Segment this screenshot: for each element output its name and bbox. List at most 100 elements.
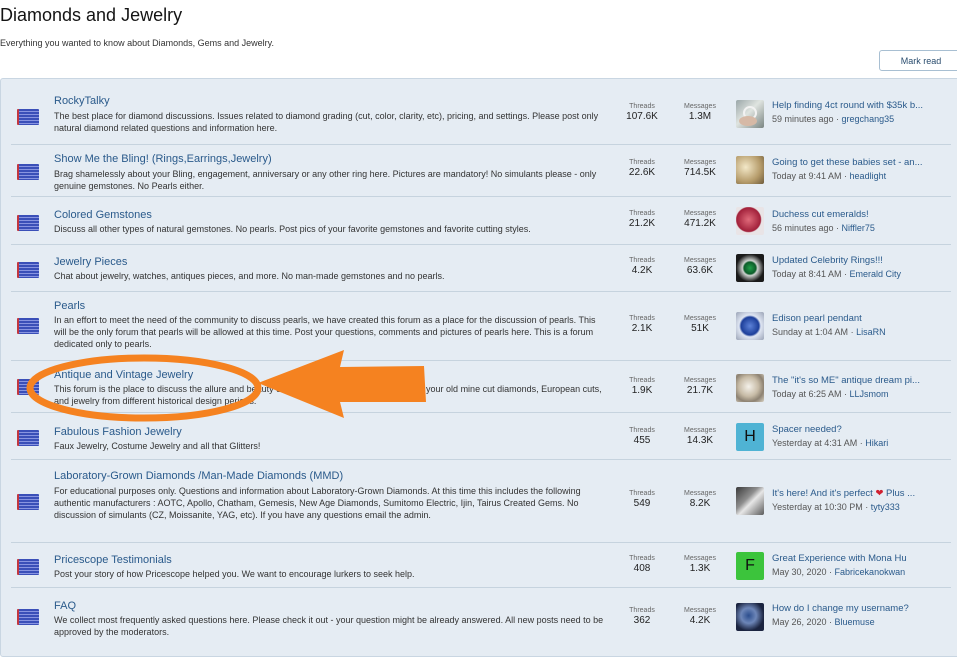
messages-stat: Messages 63.6K xyxy=(684,257,716,276)
latest-meta: 59 minutes ago · gregchang35 xyxy=(772,114,895,124)
forum-title[interactable]: Laboratory-Grown Diamonds /Man-Made Diam… xyxy=(54,470,343,482)
latest-meta: Sunday at 1:04 AM · LisaRN xyxy=(772,327,886,337)
forum-description: Chat about jewelry, watches, antiques pi… xyxy=(54,271,445,281)
latest-user-link[interactable]: Emerald City xyxy=(850,269,902,279)
avatar[interactable]: F xyxy=(736,552,764,580)
forum-icon xyxy=(17,262,39,278)
forum-title[interactable]: Fabulous Fashion Jewelry xyxy=(54,426,182,438)
latest-thread-link[interactable]: Great Experience with Mona Hu xyxy=(772,553,944,564)
forum-title[interactable]: Show Me the Bling! (Rings,Earrings,Jewel… xyxy=(54,153,272,165)
forum-row-testimonials: Pricescope Testimonials Post your story … xyxy=(11,543,951,588)
forum-description: Post your story of how Pricescope helped… xyxy=(54,569,415,579)
forum-row-show-me-the-bling: Show Me the Bling! (Rings,Earrings,Jewel… xyxy=(11,145,951,197)
messages-stat: Messages 1.3K xyxy=(684,555,716,574)
latest-user-link[interactable]: Niffler75 xyxy=(842,223,875,233)
forum-title[interactable]: Colored Gemstones xyxy=(54,209,152,221)
latest-user-link[interactable]: tyty333 xyxy=(871,502,900,512)
latest-user-link[interactable]: headlight xyxy=(850,171,887,181)
forum-description: This forum is the place to discuss the a… xyxy=(54,384,602,406)
avatar[interactable] xyxy=(736,312,764,340)
forum-description: For educational purposes only. Questions… xyxy=(54,486,581,520)
forum-icon xyxy=(17,559,39,575)
latest-thread-link[interactable]: Help finding 4ct round with $35k b... xyxy=(772,100,944,111)
messages-stat: Messages 714.5K xyxy=(684,159,716,178)
threads-stat: Threads 1.9K xyxy=(629,377,655,396)
messages-stat: Messages 1.3M xyxy=(684,103,716,122)
latest-thread-link[interactable]: Going to get these babies set - an... xyxy=(772,157,944,168)
forum-row-pearls: Pearls In an effort to meet the need of … xyxy=(11,292,951,361)
latest-user-link[interactable]: gregchang35 xyxy=(842,114,895,124)
latest-thread-link[interactable]: The "it's so ME" antique dream pi... xyxy=(772,375,944,386)
forum-row-jewelry-pieces: Jewelry Pieces Chat about jewelry, watch… xyxy=(11,245,951,292)
latest-thread-link[interactable]: Updated Celebrity Rings!!! xyxy=(772,255,944,266)
latest-meta: May 26, 2020 · Bluemuse xyxy=(772,617,875,627)
forum-icon xyxy=(17,494,39,510)
forum-icon xyxy=(17,379,39,395)
avatar[interactable] xyxy=(736,487,764,515)
avatar[interactable] xyxy=(736,603,764,631)
forum-row-antique-vintage: Antique and Vintage Jewelry This forum i… xyxy=(11,361,951,413)
forum-description: The best place for diamond discussions. … xyxy=(54,111,599,133)
heart-icon: ❤ xyxy=(875,488,884,499)
avatar[interactable] xyxy=(736,254,764,282)
threads-stat: Threads 21.2K xyxy=(628,210,656,229)
latest-meta: Yesterday at 4:31 AM · Hikari xyxy=(772,438,889,448)
threads-stat: Threads 22.6K xyxy=(628,159,656,178)
forum-row-faq: FAQ We collect most frequently asked que… xyxy=(11,588,951,646)
forum-title[interactable]: Antique and Vintage Jewelry xyxy=(54,369,193,381)
latest-user-link[interactable]: Bluemuse xyxy=(835,617,875,627)
avatar[interactable] xyxy=(736,100,764,128)
latest-thread-link[interactable]: Spacer needed? xyxy=(772,424,944,435)
avatar[interactable] xyxy=(736,156,764,184)
avatar[interactable]: H xyxy=(736,423,764,451)
forum-icon xyxy=(17,609,39,625)
threads-stat: Threads 455 xyxy=(629,427,655,446)
latest-user-link[interactable]: LLJsmom xyxy=(850,389,889,399)
page-title: Diamonds and Jewelry xyxy=(0,5,183,25)
latest-thread-link[interactable]: How do I change my username? xyxy=(772,603,944,614)
latest-thread-link[interactable]: It's here! And it's perfect ❤ Plus ... xyxy=(772,488,944,499)
forum-row-lab-grown: Laboratory-Grown Diamonds /Man-Made Diam… xyxy=(11,460,951,543)
messages-stat: Messages 14.3K xyxy=(684,427,716,446)
latest-meta: Yesterday at 10:30 PM · tyty333 xyxy=(772,502,900,512)
threads-stat: Threads 4.2K xyxy=(629,257,655,276)
threads-stat: Threads 107.6K xyxy=(626,103,658,122)
avatar[interactable] xyxy=(736,374,764,402)
threads-stat: Threads 549 xyxy=(629,490,655,509)
forum-title[interactable]: FAQ xyxy=(54,600,76,612)
latest-thread-link[interactable]: Duchess cut emeralds! xyxy=(772,209,944,220)
forum-title[interactable]: Jewelry Pieces xyxy=(54,256,127,268)
forum-description: We collect most frequently asked questio… xyxy=(54,615,604,637)
messages-stat: Messages 471.2K xyxy=(684,210,716,229)
forum-icon xyxy=(17,318,39,334)
forum-description: Discuss all other types of natural gemst… xyxy=(54,224,531,234)
threads-stat: Threads 2.1K xyxy=(629,315,655,334)
forum-row-colored-gemstones: Colored Gemstones Discuss all other type… xyxy=(11,197,951,245)
latest-user-link[interactable]: LisaRN xyxy=(856,327,886,337)
messages-stat: Messages 4.2K xyxy=(684,607,716,626)
latest-meta: 56 minutes ago · Niffler75 xyxy=(772,223,875,233)
avatar[interactable] xyxy=(736,207,764,235)
messages-stat: Messages 8.2K xyxy=(684,490,716,509)
latest-user-link[interactable]: Fabricekanokwan xyxy=(835,567,906,577)
forum-icon xyxy=(17,109,39,125)
forum-description: In an effort to meet the need of the com… xyxy=(54,315,596,349)
forum-icon xyxy=(17,164,39,180)
latest-meta: Today at 9:41 AM · headlight xyxy=(772,171,887,181)
forum-title[interactable]: RockyTalky xyxy=(54,95,110,107)
forum-row-fashion-jewelry: Fabulous Fashion Jewelry Faux Jewelry, C… xyxy=(11,413,951,460)
forum-row-rockytalky: RockyTalky The best place for diamond di… xyxy=(11,89,951,145)
latest-meta: May 30, 2020 · Fabricekanokwan xyxy=(772,567,906,577)
latest-user-link[interactable]: Hikari xyxy=(865,438,888,448)
page-description: Everything you wanted to know about Diam… xyxy=(0,38,274,48)
forum-title[interactable]: Pearls xyxy=(54,300,85,312)
latest-thread-link[interactable]: Edison pearl pendant xyxy=(772,313,944,324)
forum-title[interactable]: Pricescope Testimonials xyxy=(54,554,172,566)
threads-stat: Threads 408 xyxy=(629,555,655,574)
forum-icon xyxy=(17,430,39,446)
forum-description: Brag shamelessly about your Bling, engag… xyxy=(54,169,597,191)
mark-read-button[interactable]: Mark read xyxy=(879,50,957,71)
messages-stat: Messages 21.7K xyxy=(684,377,716,396)
forum-list: RockyTalky The best place for diamond di… xyxy=(0,78,957,657)
latest-meta: Today at 6:25 AM · LLJsmom xyxy=(772,389,889,399)
